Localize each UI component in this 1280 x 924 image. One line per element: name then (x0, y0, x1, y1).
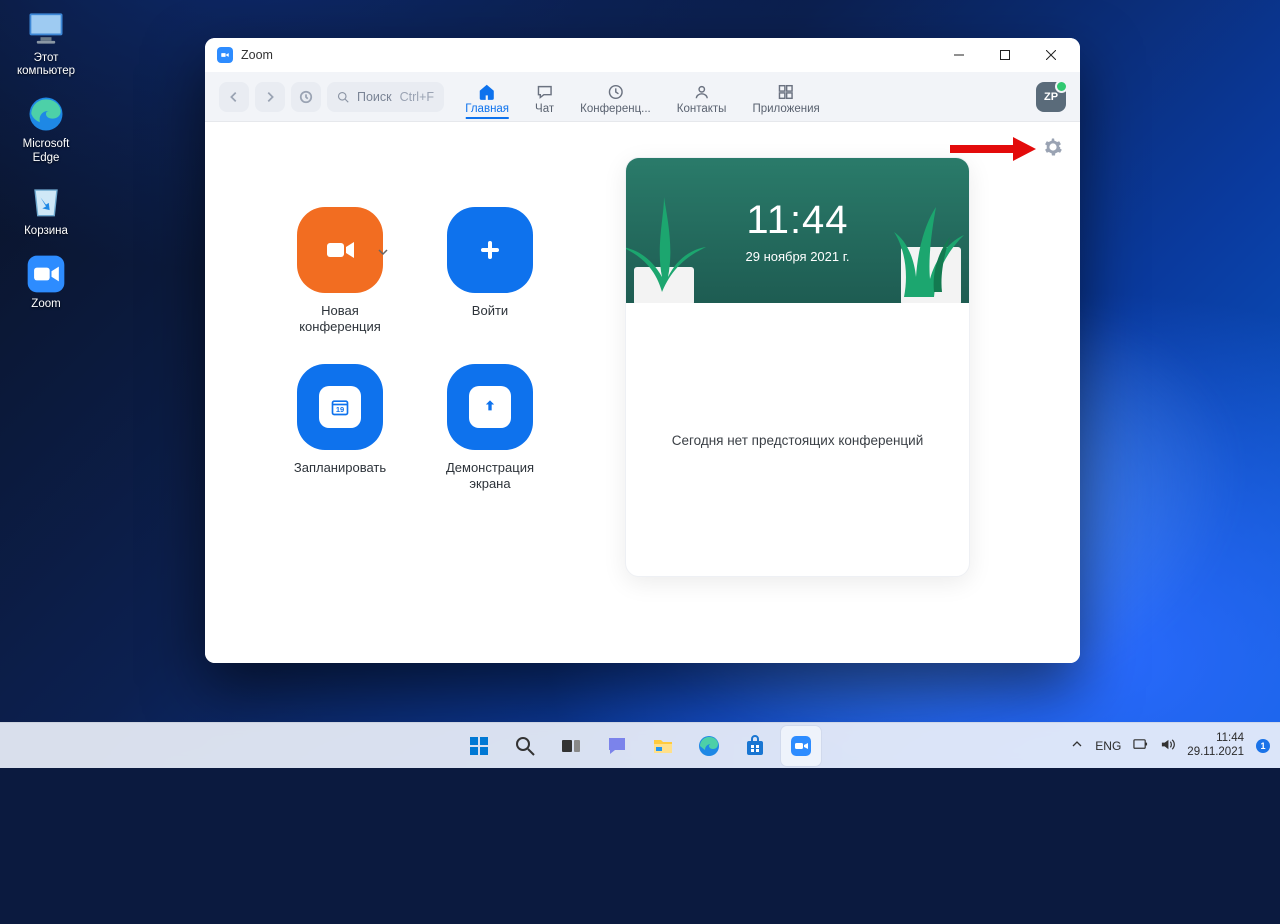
task-view-button[interactable] (551, 726, 591, 766)
join-button[interactable]: Войти (415, 207, 565, 336)
calendar-icon: 19 (297, 364, 383, 450)
desktop-icons: Этот компьютер Microsoft Edge Корзина Zo… (6, 6, 86, 311)
desktop-icon-label: Zoom (31, 298, 60, 311)
plant-icon (626, 182, 708, 303)
taskbar-search-button[interactable] (505, 726, 545, 766)
tab-apps[interactable]: Приложения (752, 82, 819, 119)
plus-icon (447, 207, 533, 293)
clock-tray[interactable]: 11:44 29.11.2021 (1187, 732, 1244, 758)
card-body: Сегодня нет предстоящих конференций (626, 303, 969, 577)
zoom-icon (24, 252, 68, 296)
taskbar-app-edge[interactable] (689, 726, 729, 766)
taskbar-app-explorer[interactable] (643, 726, 683, 766)
edge-icon (24, 92, 68, 136)
system-tray: ENG 11:44 29.11.2021 1 (1071, 732, 1270, 758)
desktop-icon-label: Microsoft Edge (23, 138, 70, 164)
user-avatar[interactable]: ZP (1036, 82, 1066, 112)
chat-icon (536, 82, 554, 102)
titlebar[interactable]: Zoom (205, 38, 1080, 72)
recycle-bin-icon (24, 179, 68, 223)
history-button[interactable] (291, 82, 321, 112)
new-meeting-button[interactable]: Новая конференция (265, 207, 415, 336)
pc-icon (24, 6, 68, 50)
tab-home[interactable]: Главная (465, 82, 509, 119)
clock-time: 11:44 (746, 198, 848, 243)
main-tabs: Главная Чат Конференц... Контакты Прилож… (465, 72, 819, 121)
notification-badge[interactable]: 1 (1256, 739, 1270, 753)
apps-icon (777, 82, 795, 102)
card-header: 11:44 29 ноября 2021 г. (626, 158, 969, 303)
settings-button[interactable] (1044, 138, 1062, 161)
desktop-icon-recycle-bin[interactable]: Корзина (6, 179, 86, 238)
language-indicator[interactable]: ENG (1095, 739, 1121, 753)
nav-forward-button[interactable] (255, 82, 285, 112)
desktop-icon-zoom[interactable]: Zoom (6, 252, 86, 311)
new-meeting-dropdown-button[interactable] (377, 245, 389, 263)
search-placeholder: Поиск (357, 90, 392, 104)
plant-icon (883, 182, 969, 303)
schedule-panel: 11:44 29 ноября 2021 г. Сегодня нет пред… (625, 122, 1080, 663)
maximize-button[interactable] (982, 38, 1028, 72)
minimize-button[interactable] (936, 38, 982, 72)
share-screen-button[interactable]: Демонстрация экрана (415, 364, 565, 493)
share-icon (447, 364, 533, 450)
taskbar-center (459, 726, 821, 766)
nav-back-button[interactable] (219, 82, 249, 112)
close-button[interactable] (1028, 38, 1074, 72)
desktop-icon-this-pc[interactable]: Этот компьютер (6, 6, 86, 78)
clock-icon (606, 82, 624, 102)
zoom-app-icon (217, 47, 233, 63)
taskbar-app-store[interactable] (735, 726, 775, 766)
start-button[interactable] (459, 726, 499, 766)
tab-contacts[interactable]: Контакты (677, 82, 727, 119)
window-controls (936, 38, 1074, 72)
home-actions: Новая конференция Войти 19 Запланировать… (205, 122, 625, 663)
network-icon[interactable] (1133, 737, 1148, 755)
empty-state-text: Сегодня нет предстоящих конференций (672, 433, 924, 448)
svg-text:19: 19 (336, 405, 344, 414)
window-body: Новая конференция Войти 19 Запланировать… (205, 122, 1080, 663)
taskbar-app-chat[interactable] (597, 726, 637, 766)
zoom-window: Zoom Поиск Ctrl+F Главная Чат (205, 38, 1080, 663)
schedule-button[interactable]: 19 Запланировать (265, 364, 415, 493)
volume-icon[interactable] (1160, 737, 1175, 755)
home-icon (478, 82, 496, 102)
clock-date: 29 ноября 2021 г. (746, 249, 850, 264)
toolbar: Поиск Ctrl+F Главная Чат Конференц... Ко… (205, 72, 1080, 122)
window-title: Zoom (241, 48, 273, 62)
tab-meetings[interactable]: Конференц... (580, 82, 651, 119)
contacts-icon (693, 82, 711, 102)
search-shortcut: Ctrl+F (400, 90, 434, 104)
today-card: 11:44 29 ноября 2021 г. Сегодня нет пред… (625, 157, 970, 577)
tray-overflow-button[interactable] (1071, 738, 1083, 753)
taskbar: ENG 11:44 29.11.2021 1 (0, 722, 1280, 768)
search-input[interactable]: Поиск Ctrl+F (327, 82, 444, 112)
taskbar-app-zoom[interactable] (781, 726, 821, 766)
desktop-icon-edge[interactable]: Microsoft Edge (6, 92, 86, 164)
desktop-icon-label: Этот компьютер (17, 52, 75, 78)
camera-icon (297, 207, 383, 293)
tab-chat[interactable]: Чат (535, 82, 554, 119)
desktop-icon-label: Корзина (24, 225, 68, 238)
search-icon (337, 91, 349, 103)
